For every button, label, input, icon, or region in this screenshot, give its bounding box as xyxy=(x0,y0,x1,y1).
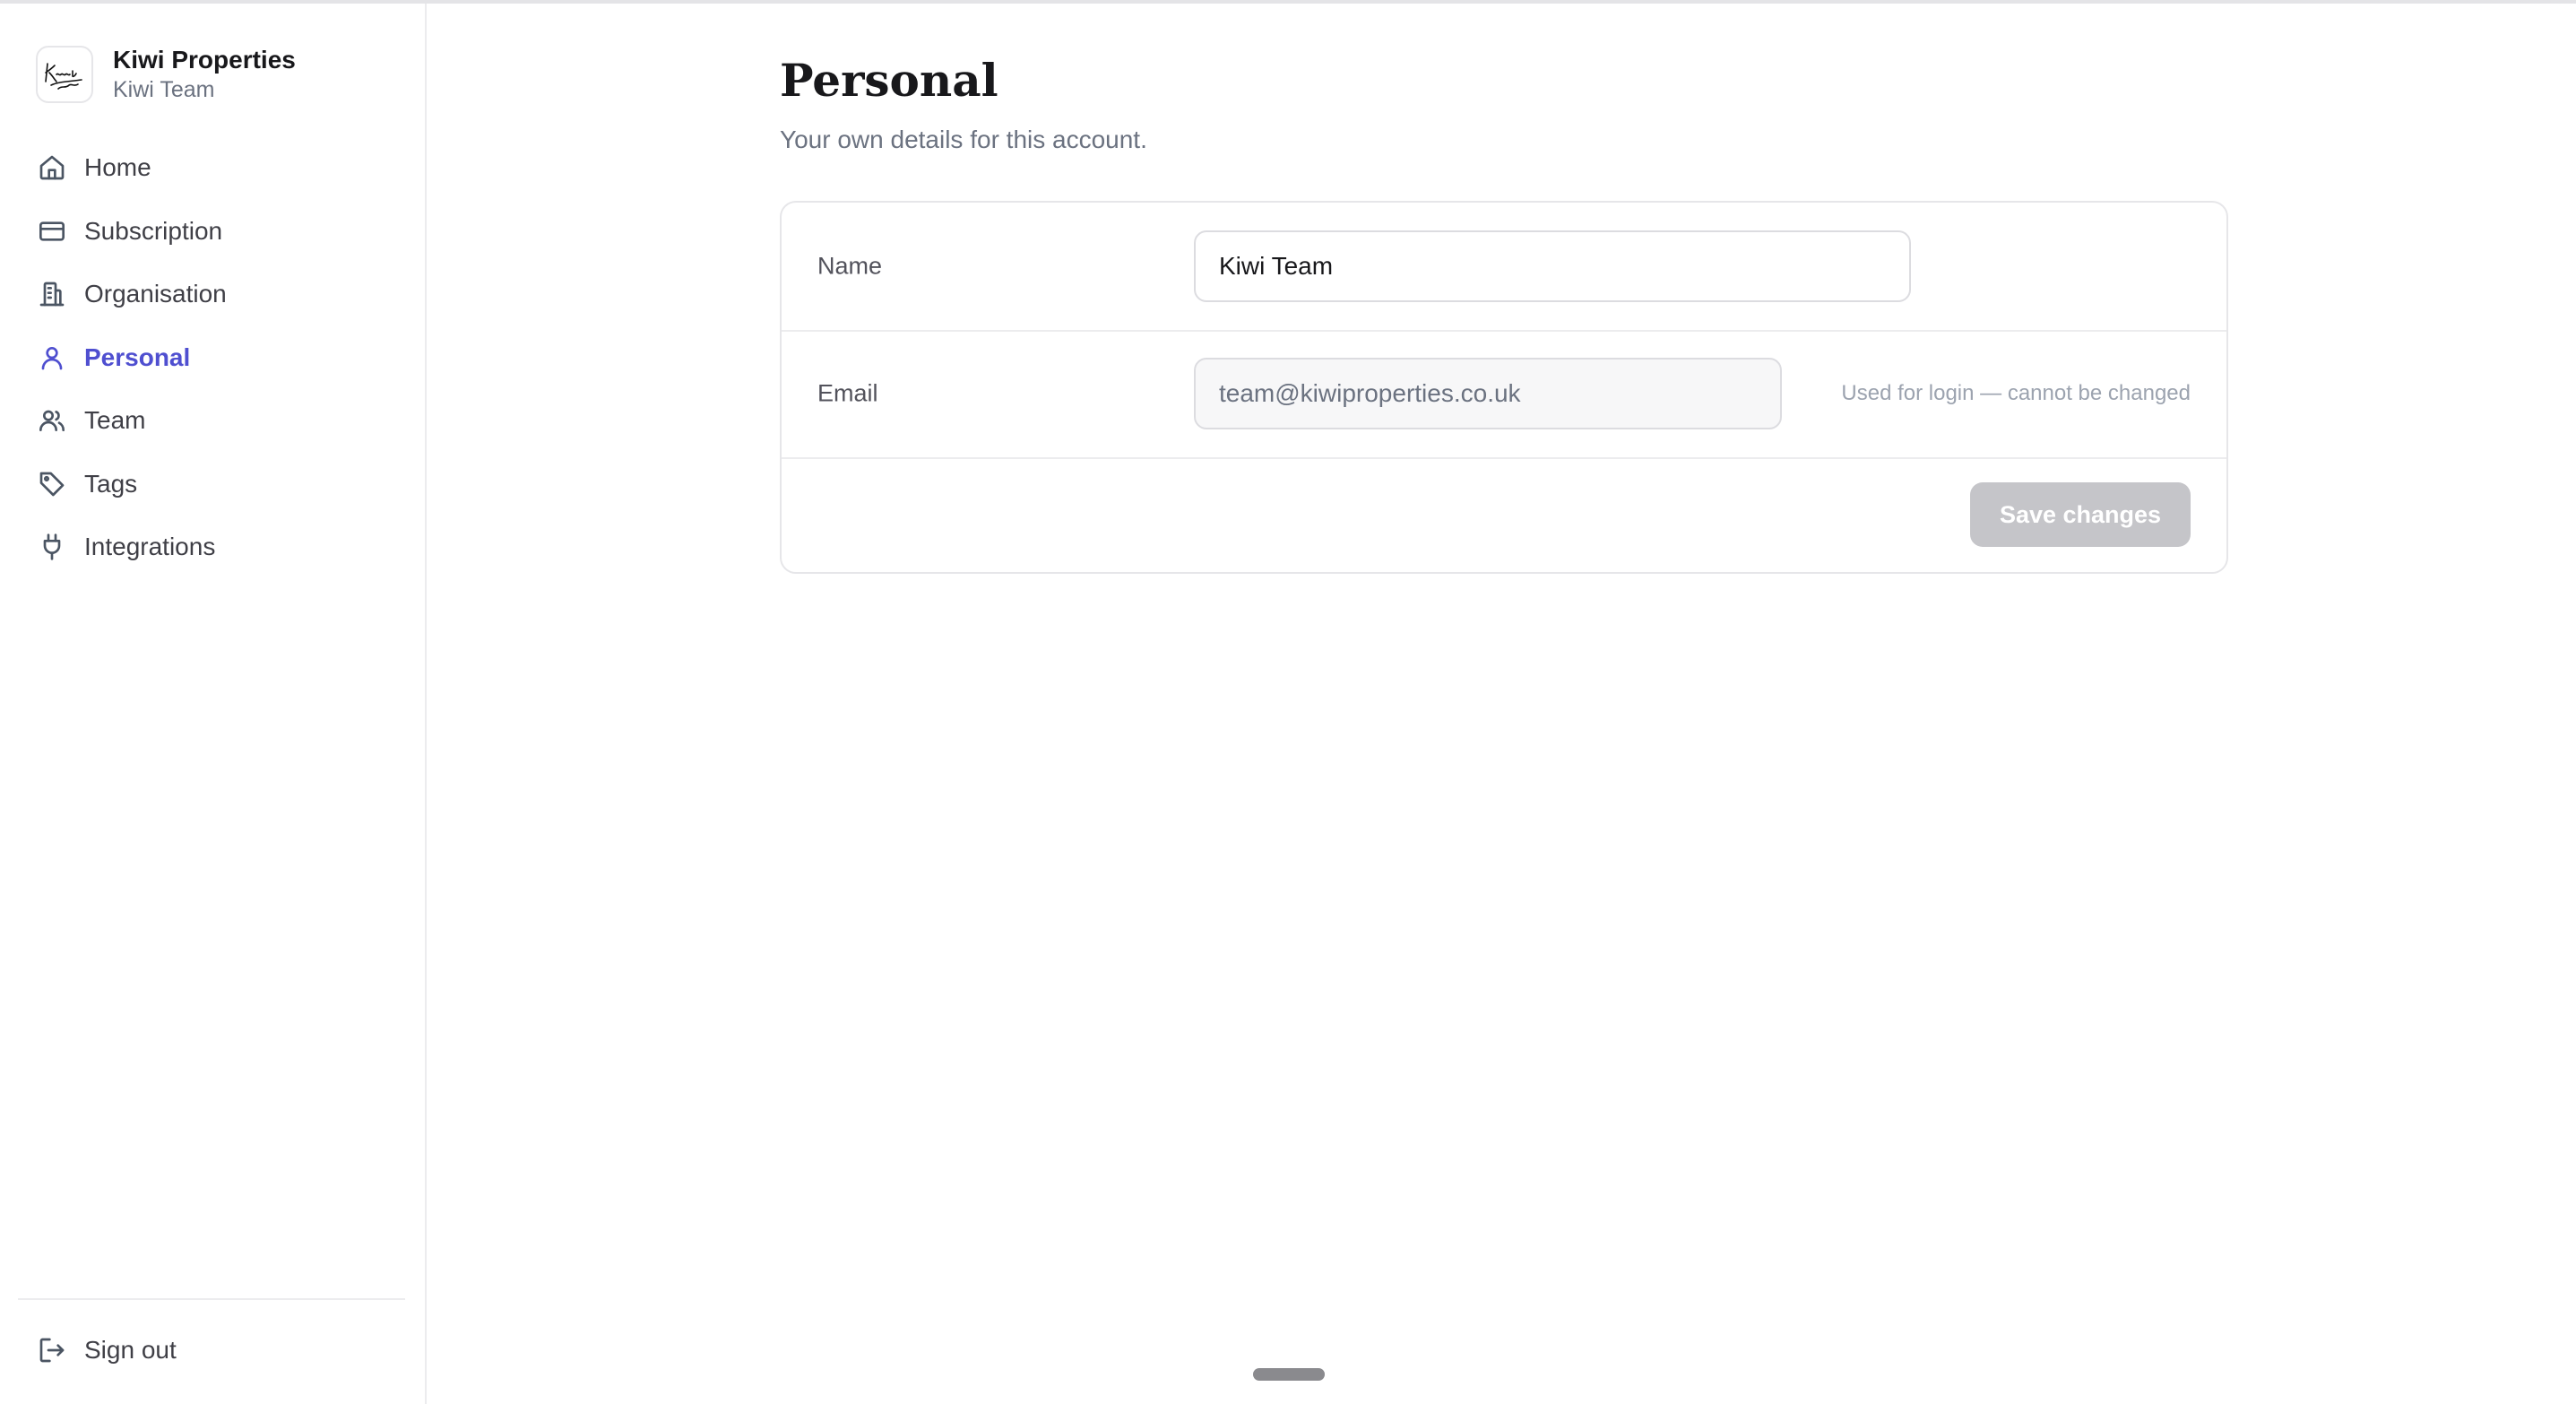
sidebar-item-organisation[interactable]: Organisation xyxy=(36,263,403,326)
sign-out-label: Sign out xyxy=(84,1336,177,1364)
save-button[interactable]: Save changes xyxy=(1970,482,2191,547)
sidebar-item-subscription[interactable]: Subscription xyxy=(36,200,403,264)
sidebar-nav: Home Subscription Organisation Personal … xyxy=(36,136,403,579)
kiwi-signature-logo xyxy=(36,46,93,103)
page-subtitle: Your own details for this account. xyxy=(780,126,1147,153)
user-icon xyxy=(36,342,68,374)
sidebar-item-label: Organisation xyxy=(84,280,227,308)
team-name: Kiwi Team xyxy=(113,77,215,102)
sidebar-item-label: Personal xyxy=(84,342,191,371)
credit-card-icon xyxy=(36,215,68,247)
sign-out-icon xyxy=(36,1334,68,1366)
brand[interactable]: Kiwi Properties Kiwi Team xyxy=(36,45,296,104)
plug-icon xyxy=(36,531,68,563)
name-label: Name xyxy=(817,252,883,280)
email-hint: Used for login — cannot be changed xyxy=(1841,381,2191,405)
sidebar-item-integrations[interactable]: Integrations xyxy=(36,516,403,579)
sidebar-item-team[interactable]: Team xyxy=(36,389,403,453)
email-field xyxy=(1194,358,1782,429)
sidebar-divider xyxy=(18,1298,405,1300)
sidebar-item-label: Integrations xyxy=(84,533,216,561)
sidebar-item-tags[interactable]: Tags xyxy=(36,453,403,516)
form-actions: Save changes xyxy=(782,457,2226,572)
personal-details-card: Name Email Used for login — cannot be ch… xyxy=(780,201,2228,574)
name-row: Name xyxy=(782,203,2226,332)
tag-icon xyxy=(36,468,68,500)
sign-out-button[interactable]: Sign out xyxy=(36,1318,177,1382)
email-row: Email Used for login — cannot be changed xyxy=(782,330,2226,459)
organisation-name: Kiwi Properties xyxy=(113,46,296,74)
home-indicator xyxy=(1253,1368,1325,1381)
sidebar-item-label: Home xyxy=(84,153,151,182)
sidebar-item-label: Subscription xyxy=(84,216,223,245)
page-title: Personal xyxy=(780,54,998,107)
sidebar-item-label: Team xyxy=(84,406,146,435)
sidebar-item-personal[interactable]: Personal xyxy=(36,326,403,390)
sidebar-item-home[interactable]: Home xyxy=(36,136,403,200)
sidebar-item-label: Tags xyxy=(84,469,138,498)
users-icon xyxy=(36,404,68,437)
sidebar: Kiwi Properties Kiwi Team Home Subscript… xyxy=(0,4,427,1404)
email-label: Email xyxy=(817,379,878,407)
name-input[interactable] xyxy=(1194,230,1911,302)
home-icon xyxy=(36,152,68,184)
building-icon xyxy=(36,278,68,310)
